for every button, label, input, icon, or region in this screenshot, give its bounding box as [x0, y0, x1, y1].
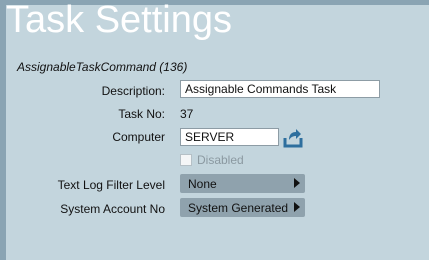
description-input[interactable]: [180, 80, 380, 98]
task-no-label: Task No:: [118, 107, 165, 121]
page-title: Task Settings: [6, 0, 232, 41]
text-log-filter-level-value: None: [188, 177, 217, 191]
system-account-no-value: System Generated: [188, 201, 289, 215]
task-no-value: 37: [180, 107, 194, 121]
caret-right-icon: [294, 202, 300, 212]
caret-right-icon: [294, 178, 300, 188]
disabled-label: Disabled: [197, 153, 244, 167]
system-account-no-label: System Account No: [60, 202, 165, 216]
export-icon[interactable]: [283, 126, 303, 148]
system-account-no-dropdown[interactable]: System Generated: [180, 198, 305, 217]
command-class-label: AssignableTaskCommand (136): [17, 60, 188, 74]
text-log-filter-level-dropdown[interactable]: None: [180, 174, 305, 193]
computer-label: Computer: [112, 130, 165, 144]
computer-input[interactable]: [180, 128, 279, 146]
text-log-filter-level-label: Text Log Filter Level: [57, 178, 165, 192]
description-label: Description:: [101, 84, 165, 98]
disabled-checkbox[interactable]: [180, 154, 192, 166]
